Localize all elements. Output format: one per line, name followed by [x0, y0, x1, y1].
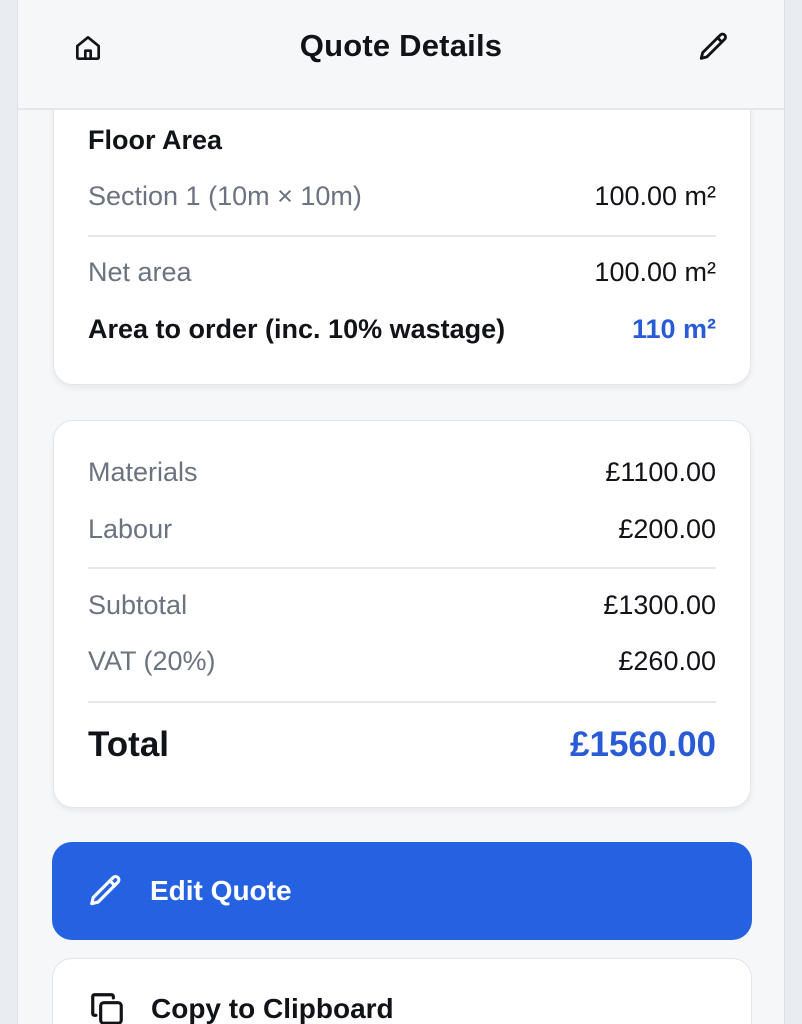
pencil-icon	[86, 871, 126, 911]
net-area-label: Net area	[88, 257, 192, 287]
total-row: Total £1560.00	[88, 725, 716, 765]
divider	[88, 567, 716, 569]
page-title: Quote Details	[299, 28, 503, 63]
total-value: £1560.00	[570, 725, 716, 764]
divider	[88, 701, 716, 703]
vat-label: VAT (20%)	[88, 646, 216, 676]
order-area-row: Area to order (inc. 10% wastage) 110 m²	[88, 314, 716, 345]
labour-value: £200.00	[618, 514, 716, 544]
order-area-value: 110 m²	[631, 314, 716, 344]
floor-area-card: Floor Area Section 1 (10m × 10m) 100.00 …	[53, 70, 751, 385]
floor-area-title: Floor Area	[88, 125, 223, 155]
section-label: Section 1 (10m × 10m)	[88, 181, 362, 211]
subtotal-row: Subtotal £1300.00	[88, 590, 716, 621]
vat-row: VAT (20%) £260.00	[88, 646, 716, 677]
labour-row: Labour £200.00	[88, 514, 716, 545]
copy-to-clipboard-label: Copy to Clipboard	[151, 993, 394, 1024]
total-label: Total	[88, 725, 170, 764]
vat-value: £260.00	[618, 646, 716, 676]
section-row: Section 1 (10m × 10m) 100.00 m²	[88, 181, 716, 212]
order-area-label: Area to order (inc. 10% wastage)	[88, 314, 506, 344]
app-header: Quote Details	[18, 0, 784, 110]
copy-icon	[87, 989, 127, 1024]
labour-label: Labour	[88, 514, 173, 544]
edit-quote-label: Edit Quote	[150, 875, 292, 906]
net-area-value: 100.00 m²	[594, 257, 716, 287]
net-area-row: Net area 100.00 m²	[88, 257, 716, 288]
divider	[88, 235, 716, 237]
copy-to-clipboard-button[interactable]: Copy to Clipboard	[52, 958, 752, 1024]
pencil-icon	[697, 30, 731, 64]
cost-summary-card: Materials £1100.00 Labour £200.00 Subtot…	[53, 420, 751, 808]
materials-row: Materials £1100.00	[88, 457, 716, 488]
materials-label: Materials	[88, 457, 198, 487]
subtotal-value: £1300.00	[603, 590, 716, 620]
edit-quote-button[interactable]: Edit Quote	[52, 842, 752, 940]
app-screen: Floor Area Section 1 (10m × 10m) 100.00 …	[17, 0, 785, 1024]
materials-value: £1100.00	[605, 457, 716, 487]
section-value: 100.00 m²	[594, 181, 716, 211]
subtotal-label: Subtotal	[88, 590, 188, 620]
edit-button[interactable]	[696, 29, 732, 65]
